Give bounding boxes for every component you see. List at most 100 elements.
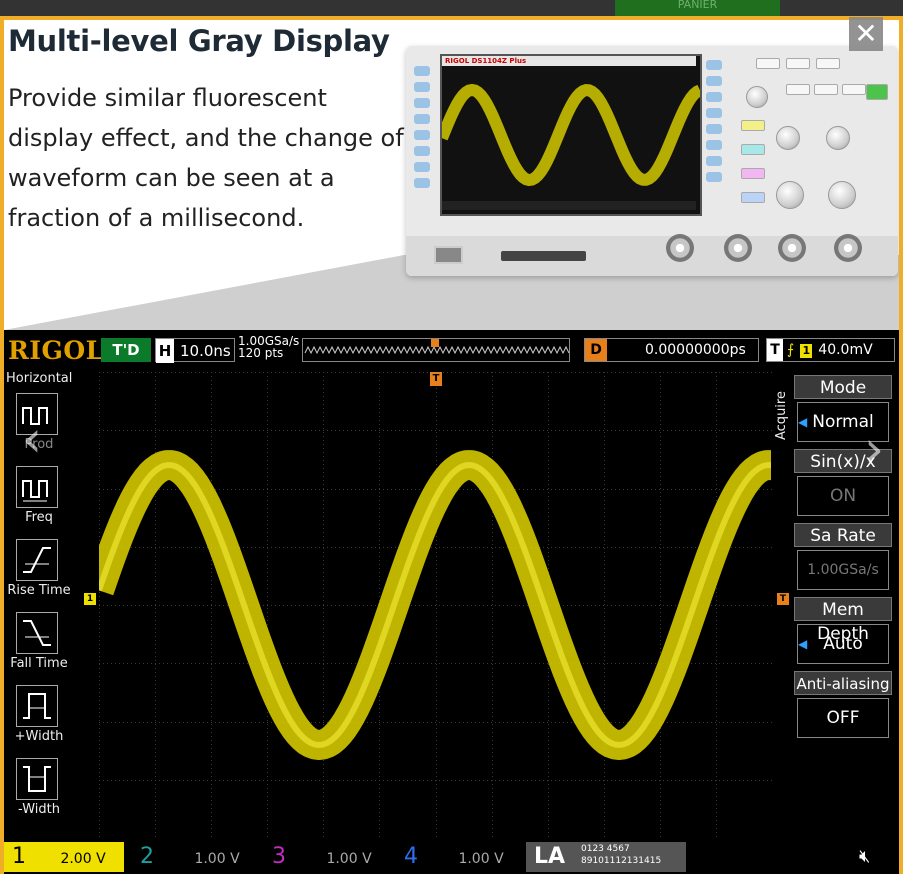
trigger-prefix: T bbox=[767, 339, 783, 361]
trigger-position-marker: T bbox=[430, 372, 442, 386]
channel-number: 1 bbox=[12, 844, 26, 869]
la-label: LA bbox=[534, 844, 566, 869]
trigger-box: T ⨍ 1 40.0mV bbox=[766, 338, 895, 362]
device-slot bbox=[501, 251, 586, 261]
menu-item-anti-aliasing[interactable]: Anti-aliasing OFF bbox=[794, 671, 894, 741]
menu-item-plus-width[interactable]: +Width bbox=[4, 685, 79, 755]
usb-port-icon bbox=[434, 246, 463, 264]
device-button bbox=[786, 84, 810, 95]
menu-item-label: Anti-aliasing bbox=[794, 671, 892, 695]
device-photo: RIGOL DS1104Z Plus bbox=[406, 46, 898, 276]
menu-item-label: -Width bbox=[18, 802, 60, 817]
menu-item-value: ON bbox=[797, 476, 889, 516]
waveform-display bbox=[84, 372, 782, 839]
channel-scale: 2.00 V bbox=[60, 851, 106, 867]
description: Provide similar fluorescent display effe… bbox=[8, 84, 404, 232]
channel-2-tab[interactable]: 2 1.00 V bbox=[132, 842, 252, 872]
menu-item-label: Freq bbox=[25, 510, 53, 525]
bnc-connector-icon bbox=[778, 234, 806, 262]
minus-width-icon bbox=[16, 758, 58, 800]
device-button bbox=[842, 84, 866, 95]
rigol-logo: RIGOL bbox=[8, 336, 104, 365]
freq-icon bbox=[16, 466, 58, 508]
timebase-value: 10.0ns bbox=[180, 342, 231, 360]
menu-item-minus-width[interactable]: -Width bbox=[4, 758, 79, 828]
panier-button[interactable]: PANIER bbox=[615, 0, 780, 16]
page-title: Multi-level Gray Display bbox=[8, 24, 390, 58]
prev-arrow-icon[interactable]: ‹ bbox=[22, 410, 42, 468]
menu-item-label: Sa Rate bbox=[794, 523, 892, 547]
channel-number: 4 bbox=[404, 844, 418, 869]
knob-icon bbox=[746, 86, 768, 108]
menu-item-fall-time[interactable]: Fall Time bbox=[4, 612, 79, 682]
timebase-prefix: H bbox=[156, 339, 174, 363]
menu-item-label: Fall Time bbox=[10, 656, 68, 671]
channel1-level-marker: 1 bbox=[84, 593, 96, 605]
memory-bar bbox=[302, 338, 570, 362]
acquire-label: Acquire bbox=[774, 391, 789, 441]
menu-title: Horizontal bbox=[6, 371, 73, 386]
menu-item-label: Rise Time bbox=[7, 583, 71, 598]
channel-4-tab[interactable]: 4 1.00 V bbox=[396, 842, 516, 872]
device-button bbox=[756, 58, 780, 69]
channel-scale: 1.00 V bbox=[194, 851, 240, 867]
knob-icon bbox=[826, 126, 850, 150]
channel-scale: 1.00 V bbox=[326, 851, 372, 867]
channel-bar: 1 2.00 V 2 1.00 V 3 1.00 V 4 1.00 V LA 0… bbox=[4, 842, 899, 874]
points: 120 pts bbox=[238, 346, 284, 360]
bnc-connector-icon bbox=[666, 234, 694, 262]
fall-time-icon bbox=[16, 612, 58, 654]
menu-item-label: +Width bbox=[14, 729, 64, 744]
next-arrow-icon[interactable]: › bbox=[864, 420, 884, 478]
waveform-grid bbox=[84, 372, 782, 839]
scope-status-bar: RIGOL T'D H 10.0ns 1.00GSa/s 120 pts D 0.0… bbox=[4, 330, 899, 370]
menu-item-label: Mem Depth bbox=[794, 597, 892, 644]
channel-number: 2 bbox=[140, 844, 154, 869]
knob-icon bbox=[828, 181, 856, 209]
channel-1-tab[interactable]: 1 2.00 V bbox=[4, 842, 124, 872]
scope-screen: RIGOL T'D H 10.0ns 1.00GSa/s 120 pts D 0.0… bbox=[4, 330, 899, 874]
top-bar: PANIER bbox=[0, 0, 903, 16]
speaker-mute-icon[interactable]: 🔇︎ bbox=[859, 842, 889, 872]
channel-scale: 1.00 V bbox=[458, 851, 504, 867]
close-button[interactable]: ✕ bbox=[849, 17, 883, 51]
bnc-connector-icon bbox=[834, 234, 862, 262]
device-button bbox=[786, 58, 810, 69]
device-screen bbox=[436, 54, 703, 216]
bnc-connector-icon bbox=[724, 234, 752, 262]
sample-info: 1.00GSa/s 120 pts bbox=[238, 335, 299, 359]
help-button bbox=[866, 84, 888, 100]
device-base bbox=[406, 236, 898, 276]
trigger-level: 40.0mV bbox=[818, 342, 873, 358]
device-button bbox=[814, 84, 838, 95]
menu-item-value: 1.00GSa/s bbox=[797, 550, 889, 590]
delay-value: 0.00000000ps bbox=[645, 342, 746, 358]
menu-item-sa-rate[interactable]: Sa Rate 1.00GSa/s bbox=[794, 523, 894, 593]
plus-width-icon bbox=[16, 685, 58, 727]
menu-item-freq[interactable]: Freq bbox=[4, 466, 79, 536]
trigger-channel: 1 bbox=[800, 344, 813, 358]
device-softkeys-right bbox=[706, 60, 726, 210]
menu-item-rise-time[interactable]: Rise Time bbox=[4, 539, 79, 609]
memory-wave-icon bbox=[304, 339, 570, 355]
la-bits-bottom: 89101112131415 bbox=[581, 856, 662, 866]
channel-3-tab[interactable]: 3 1.00 V bbox=[264, 842, 384, 872]
rise-time-icon bbox=[16, 539, 58, 581]
device-control-panel bbox=[736, 56, 891, 216]
menu-item-label: Mode bbox=[794, 375, 892, 399]
knob-icon bbox=[776, 181, 804, 209]
menu-item-mem-depth[interactable]: Mem Depth Auto ◀ bbox=[794, 597, 894, 667]
knob-icon bbox=[776, 126, 800, 150]
ch1-button bbox=[741, 120, 765, 131]
la-tab[interactable]: LA 0123 4567 89101112131415 bbox=[526, 842, 686, 872]
menu-item-value: OFF bbox=[797, 698, 889, 738]
left-arrow-icon: ◀ bbox=[798, 637, 808, 651]
ch3-button bbox=[741, 168, 765, 179]
device-button bbox=[816, 58, 840, 69]
channel-number: 3 bbox=[272, 844, 286, 869]
lightbox-card: Multi-level Gray Display Provide similar… bbox=[4, 20, 899, 874]
menu-item-value: Auto bbox=[797, 624, 889, 664]
timebase-box: H 10.0ns bbox=[155, 338, 235, 363]
device-brand: RIGOL DS1104Z Plus bbox=[442, 56, 696, 66]
device-waveform bbox=[436, 83, 703, 187]
